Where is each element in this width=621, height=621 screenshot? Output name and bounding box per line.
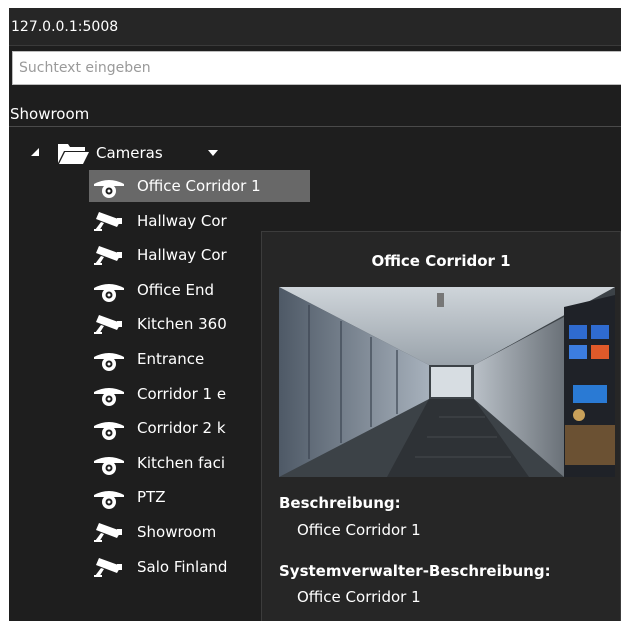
folder-open-icon — [58, 144, 89, 164]
description-heading: Beschreibung: — [279, 494, 401, 512]
camera-label: Salo Finland — [137, 557, 228, 576]
tooltip-title: Office Corridor 1 — [371, 252, 511, 270]
chevron-down-icon[interactable] — [207, 149, 219, 157]
camera-label: Corridor 1 e — [137, 384, 227, 403]
search-input[interactable] — [12, 51, 621, 85]
camera-label: Office End — [137, 280, 215, 299]
camera-tooltip: Office Corridor 1 Beschreibung: Office C… — [261, 231, 621, 621]
camera-preview-image — [279, 287, 615, 477]
admin-description-value: Office Corridor 1 — [297, 588, 421, 606]
folder-label: Cameras — [96, 144, 163, 162]
description-value: Office Corridor 1 — [297, 521, 421, 539]
camera-label: Entrance — [137, 350, 205, 368]
camera-label: PTZ — [137, 488, 166, 507]
expand-triangle-icon[interactable] — [30, 147, 40, 157]
admin-description-heading: Systemverwalter-Beschreibung: — [279, 562, 551, 580]
site-label[interactable]: Showroom — [9, 101, 621, 127]
address-bar: 127.0.0.1:5008 — [9, 8, 621, 46]
camera-label: Kitchen 360 — [137, 315, 227, 334]
camera-label: Office Corridor 1 — [137, 177, 261, 195]
camera-label: Showroom — [137, 523, 217, 541]
tree-folder-cameras[interactable]: Cameras — [9, 138, 269, 168]
camera-tree-panel: 127.0.0.1:5008 Showroom Cameras Office C… — [9, 8, 621, 621]
camera-label: Corridor 2 k — [137, 419, 226, 438]
camera-item-selected[interactable]: Office Corridor 1 — [89, 170, 310, 202]
camera-label: Hallway Cor — [137, 246, 227, 265]
camera-label: Hallway Cor — [137, 211, 227, 230]
camera-label: Kitchen faci — [137, 453, 226, 472]
